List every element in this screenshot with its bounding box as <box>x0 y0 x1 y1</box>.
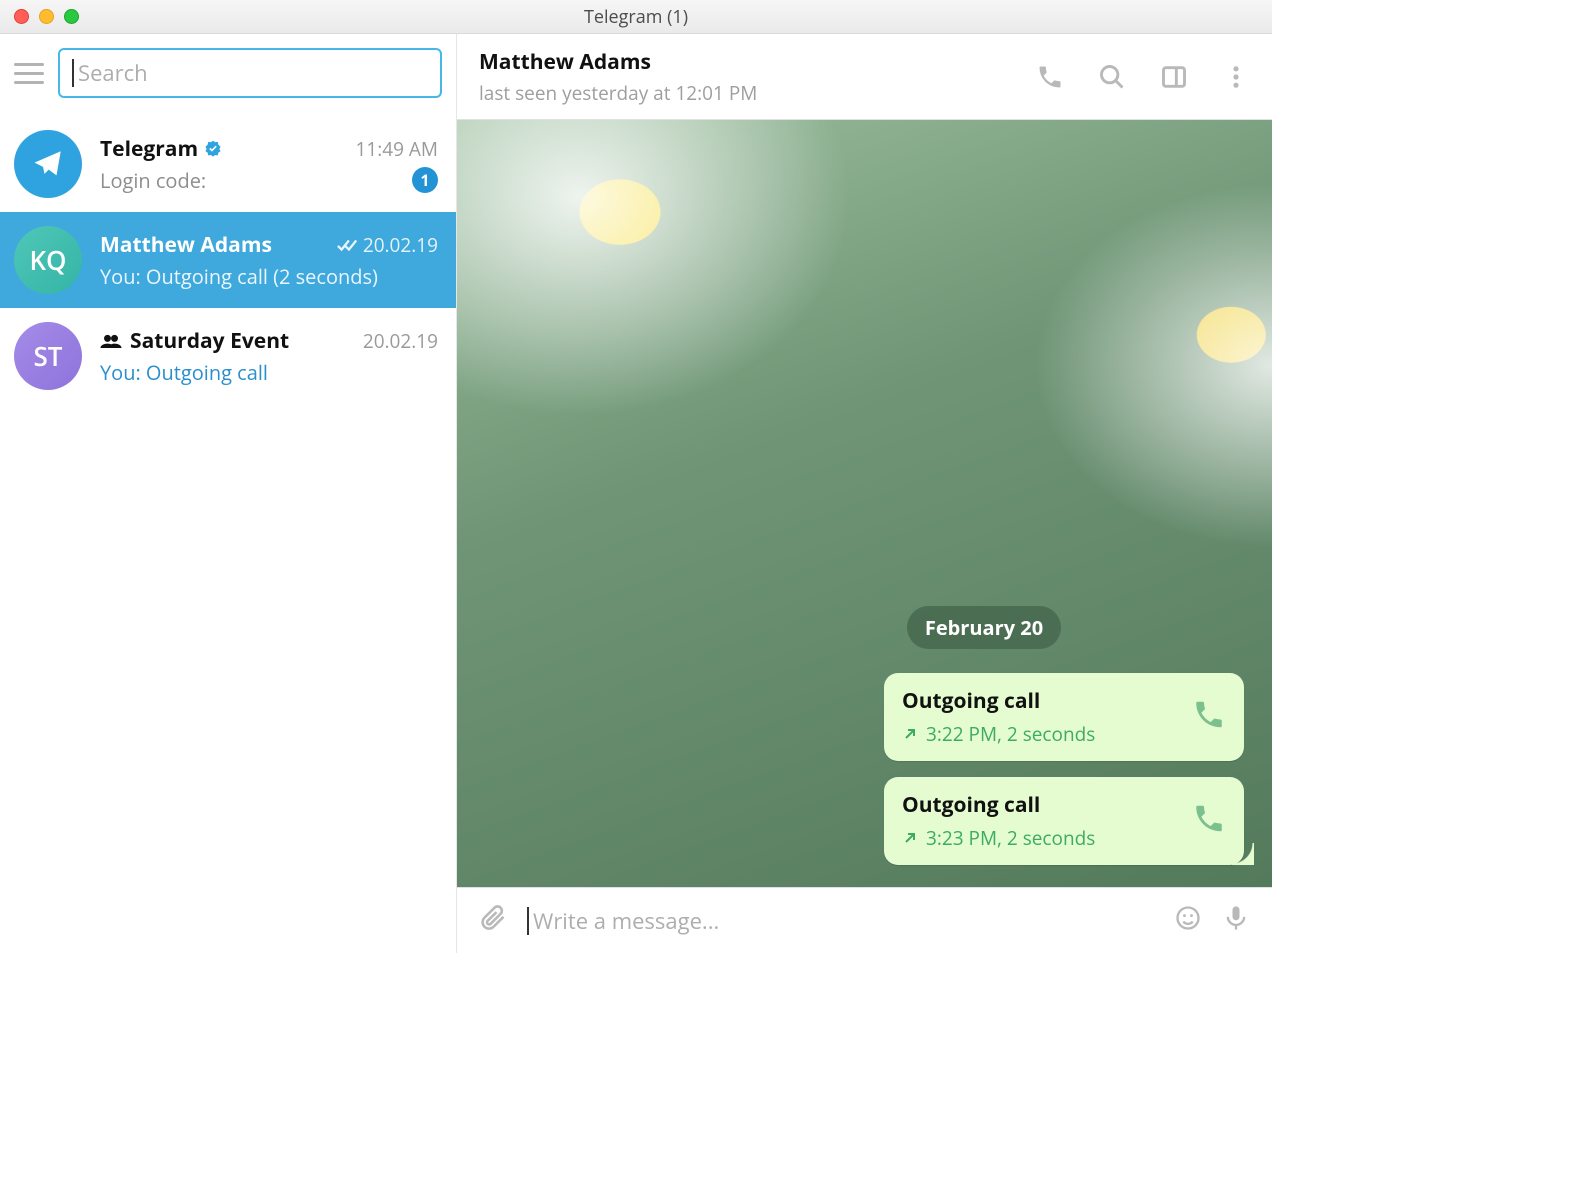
text-caret <box>527 907 529 935</box>
voice-button[interactable] <box>1222 904 1250 937</box>
more-vertical-icon <box>1222 63 1250 91</box>
chat-header-status: last seen yesterday at 12:01 PM <box>479 80 1036 106</box>
maximize-window-button[interactable] <box>64 9 79 24</box>
emoji-button[interactable] <box>1174 904 1202 937</box>
window-titlebar: Telegram (1) <box>0 0 1272 34</box>
telegram-plane-icon <box>31 147 65 181</box>
read-checks-icon <box>337 237 359 253</box>
call-detail: 3:23 PM, 2 seconds <box>926 825 1095 851</box>
chat-header: Matthew Adams last seen yesterday at 12:… <box>457 34 1272 120</box>
verified-badge-icon <box>204 140 222 158</box>
attach-button[interactable] <box>479 904 507 937</box>
call-detail: 3:22 PM, 2 seconds <box>926 721 1095 747</box>
date-separator: February 20 <box>907 606 1061 649</box>
side-panel-button[interactable] <box>1160 63 1188 91</box>
search-input[interactable]: Search <box>58 48 442 98</box>
chat-header-name[interactable]: Matthew Adams <box>479 48 1036 76</box>
phone-icon <box>1192 698 1226 737</box>
chat-item-matthew-adams[interactable]: KQ Matthew Adams 20.02.19 You: Outgoing … <box>0 212 456 308</box>
unread-badge: 1 <box>412 167 438 193</box>
avatar: ST <box>14 322 82 390</box>
call-message[interactable]: Outgoing call 3:23 PM, 2 seconds <box>884 777 1244 865</box>
message-input[interactable]: Write a message... <box>527 906 1154 936</box>
window-title: Telegram (1) <box>0 5 1272 29</box>
microphone-icon <box>1222 904 1250 932</box>
close-window-button[interactable] <box>14 9 29 24</box>
more-button[interactable] <box>1222 63 1250 91</box>
chat-item-telegram[interactable]: Telegram 11:49 AM Login code: 1 <box>0 116 456 212</box>
phone-icon <box>1192 802 1226 841</box>
search-icon <box>1098 63 1126 91</box>
traffic-lights <box>0 9 79 24</box>
search-placeholder: Search <box>78 58 148 88</box>
chat-name: Saturday Event <box>130 327 289 355</box>
chat-preview: Login code: <box>100 167 206 194</box>
composer: Write a message... <box>457 887 1272 953</box>
group-icon <box>100 334 122 348</box>
chat-preview: You: Outgoing call <box>100 359 268 386</box>
chat-time: 11:49 AM <box>356 136 439 162</box>
menu-icon[interactable] <box>14 63 44 84</box>
outgoing-arrow-icon <box>902 726 918 742</box>
call-message[interactable]: Outgoing call 3:22 PM, 2 seconds <box>884 673 1244 761</box>
sidebar: Search Telegram 11:49 AM Login code: 1 <box>0 34 457 953</box>
chat-preview: You: Outgoing call (2 seconds) <box>100 263 378 290</box>
chat-panel: Matthew Adams last seen yesterday at 12:… <box>457 34 1272 953</box>
chat-background: February 20 Outgoing call 3:22 PM, 2 sec… <box>457 120 1272 887</box>
message-placeholder: Write a message... <box>533 906 719 936</box>
avatar <box>14 130 82 198</box>
paperclip-icon <box>479 904 507 932</box>
chat-time: 20.02.19 <box>363 232 438 258</box>
chat-time: 20.02.19 <box>363 328 438 354</box>
outgoing-arrow-icon <box>902 830 918 846</box>
call-title: Outgoing call <box>902 687 1172 715</box>
call-button[interactable] <box>1036 63 1064 91</box>
chat-item-saturday-event[interactable]: ST Saturday Event 20.02.19 You: Outgoing… <box>0 308 456 404</box>
chat-name: Matthew Adams <box>100 231 272 259</box>
chat-name: Telegram <box>100 135 198 163</box>
smile-icon <box>1174 904 1202 932</box>
search-in-chat-button[interactable] <box>1098 63 1126 91</box>
minimize-window-button[interactable] <box>39 9 54 24</box>
avatar: KQ <box>14 226 82 294</box>
text-caret <box>72 59 74 87</box>
call-title: Outgoing call <box>902 791 1172 819</box>
panel-icon <box>1160 63 1188 91</box>
phone-icon <box>1036 63 1064 91</box>
